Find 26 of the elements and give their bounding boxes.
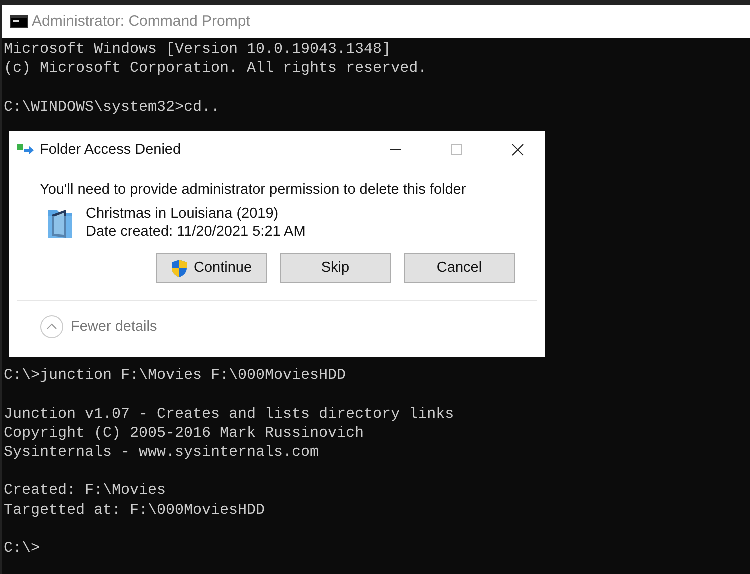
console-line: C:\>	[4, 540, 40, 557]
console-line: C:\WINDOWS\system32>cd..	[4, 98, 220, 116]
terminal-icon	[10, 15, 28, 28]
maximize-icon	[451, 144, 462, 155]
folder-name: Christmas in Louisiana (2019)	[86, 206, 280, 222]
close-icon	[512, 144, 524, 156]
move-icon	[17, 144, 34, 155]
dialog-message: You'll need to provide administrator permission to delete this folder	[40, 182, 468, 198]
date-created: Date created: 11/20/2021 5:21 AM	[86, 224, 306, 240]
dialog-button[interactable]: Skip	[280, 253, 391, 283]
minimize-icon	[390, 148, 401, 150]
chevron-icon	[40, 315, 64, 339]
console-line: Targetted at: F:\000MoviesHDD	[4, 502, 266, 518]
console-line: Junction v1.07 - Creates and lists directory links	[4, 406, 454, 423]
window-title: Administrator: Command Prompt	[32, 13, 250, 30]
dialog-button[interactable]: Continue	[156, 253, 267, 283]
shield-icon	[170, 258, 188, 278]
console-line: C:\>junction F:\Movies F:\000MoviesHDD	[4, 367, 346, 384]
console-line: Copyright (C) 2005-2016 Mark Russinovich	[4, 424, 364, 442]
console-line: Created: F:\Movies	[4, 482, 166, 500]
details-toggle[interactable]: Fewer details	[40, 315, 158, 339]
dialog-button[interactable]: Cancel	[404, 253, 515, 283]
dialog-title: Folder Access Denied	[40, 142, 182, 158]
console-line: (c) Microsoft Corporation. All rights reserved.	[4, 60, 428, 78]
console-line: Microsoft Windows [Version 10.0.19043.1348]	[4, 41, 392, 58]
console-line: Sysinternals - www.sysinternals.com	[4, 444, 320, 461]
